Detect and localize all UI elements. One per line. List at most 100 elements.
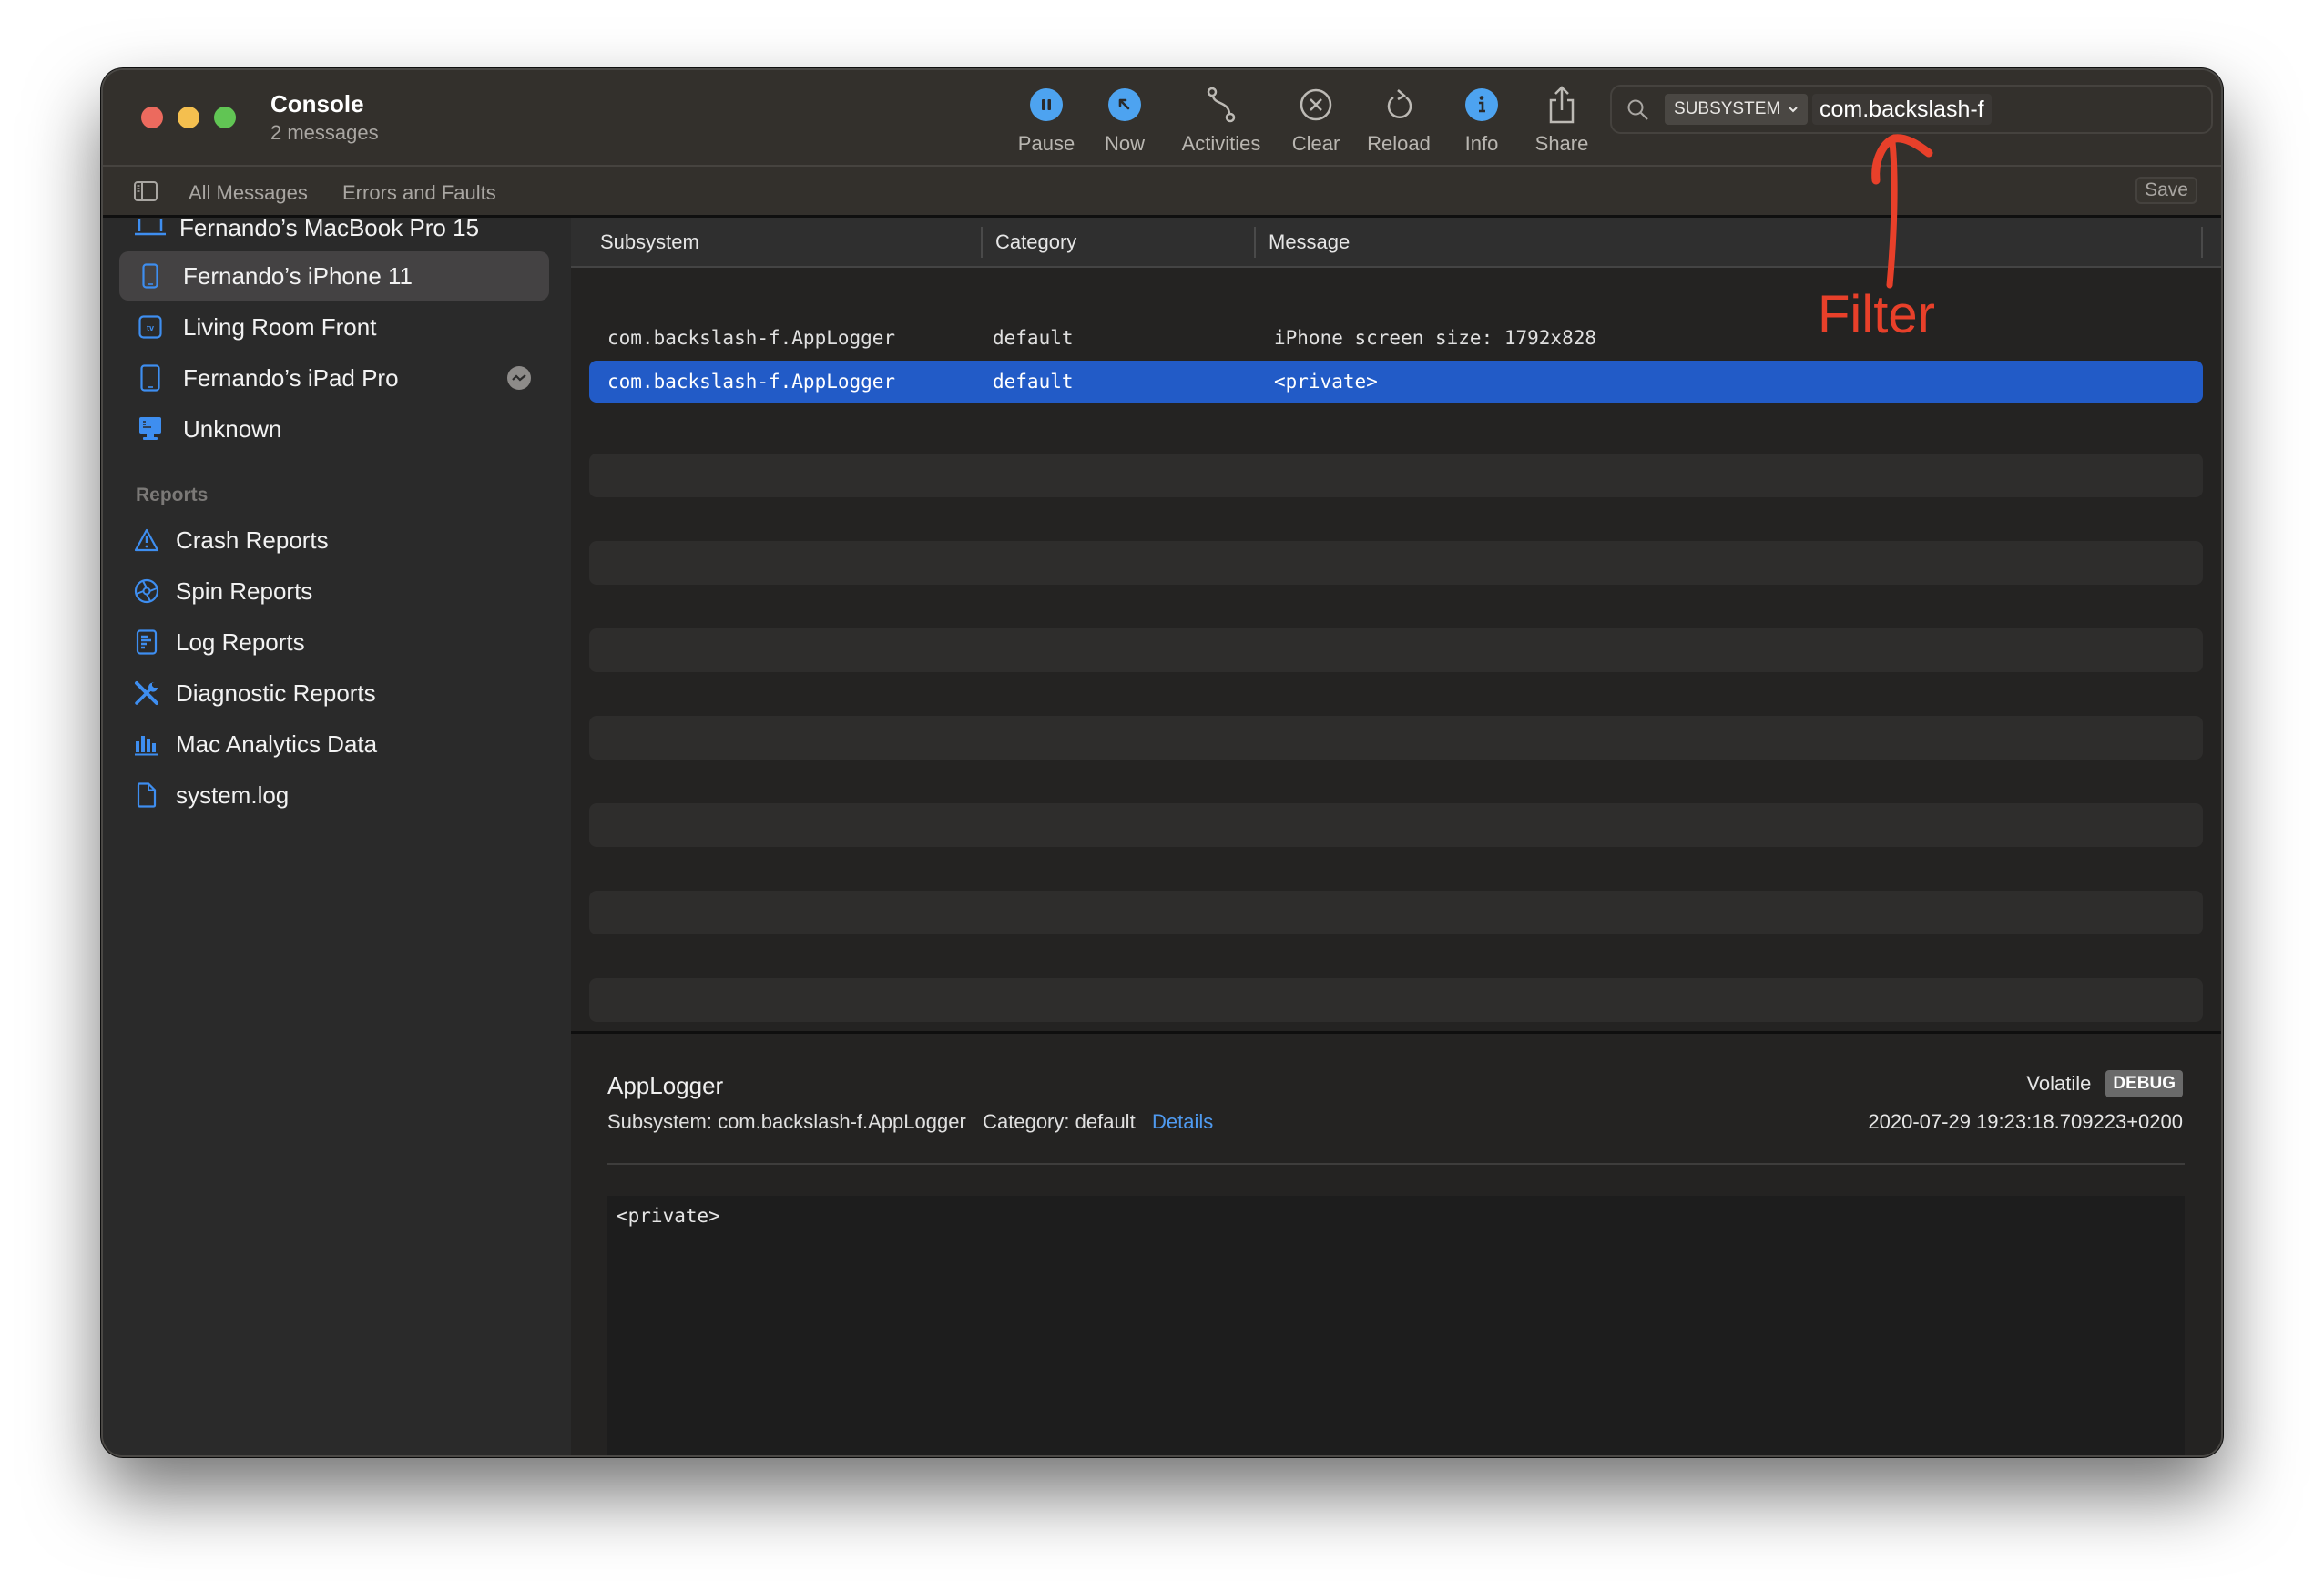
message-body-text: <private> xyxy=(617,1205,720,1227)
column-separator[interactable] xyxy=(2201,227,2203,258)
log-document-icon xyxy=(130,629,163,655)
empty-row xyxy=(589,541,2203,585)
search-token-label: SUBSYSTEM xyxy=(1674,99,1781,118)
sidebar-item-unknown[interactable]: Unknown xyxy=(119,404,549,454)
reload-icon xyxy=(1381,87,1417,123)
sidebar-item-label: system.log xyxy=(176,781,290,809)
sidebar-item-log-reports[interactable]: Log Reports xyxy=(130,619,305,665)
tab-errors-and-faults[interactable]: Errors and Faults xyxy=(342,181,496,205)
subsystem-label: Subsystem: xyxy=(607,1110,712,1133)
desktop-icon xyxy=(132,416,168,442)
cell-message: <private> xyxy=(1274,371,1378,393)
sidebar-item-label: Spin Reports xyxy=(176,577,313,605)
sidebar-toggle-icon[interactable] xyxy=(134,181,158,206)
empty-row xyxy=(589,454,2203,497)
column-separator[interactable] xyxy=(1254,227,1256,258)
table-header: Subsystem Category Message xyxy=(571,218,2221,268)
chevron-down-icon xyxy=(1788,99,1799,119)
column-header-subsystem[interactable]: Subsystem xyxy=(600,230,699,254)
sidebar-item-diagnostic-reports[interactable]: Diagnostic Reports xyxy=(130,670,376,716)
sidebar-item-apple-tv[interactable]: tv Living Room Front xyxy=(119,302,549,352)
clear-icon xyxy=(1298,87,1334,123)
sidebar-item-label: Unknown xyxy=(183,414,282,443)
sidebar-item-label: Log Reports xyxy=(176,628,305,656)
sidebar-item-label: Mac Analytics Data xyxy=(176,730,378,758)
clear-label: Clear xyxy=(1291,132,1340,155)
now-arrow-icon xyxy=(1108,88,1141,121)
ipad-icon xyxy=(132,364,168,392)
activities-button[interactable]: Activities xyxy=(1171,87,1271,156)
level-badge: DEBUG xyxy=(2105,1070,2183,1097)
zoom-window-button[interactable] xyxy=(214,107,236,128)
info-icon xyxy=(1465,88,1498,121)
sidebar-item-spin-reports[interactable]: Spin Reports xyxy=(130,568,312,614)
share-button[interactable]: Share xyxy=(1512,86,1612,156)
sidebar-item-crash-reports[interactable]: Crash Reports xyxy=(130,517,329,563)
minimize-window-button[interactable] xyxy=(178,107,199,128)
info-label: Info xyxy=(1464,132,1499,155)
reload-label: Reload xyxy=(1367,132,1431,155)
empty-row xyxy=(589,978,2203,1022)
save-button[interactable]: Save xyxy=(2135,177,2197,204)
close-window-button[interactable] xyxy=(141,107,163,128)
cell-subsystem: com.backslash-f.AppLogger xyxy=(607,371,896,393)
sidebar-item-label: Crash Reports xyxy=(176,526,329,554)
annotation-label: Filter xyxy=(1818,285,1935,344)
sidebar-item-macbook[interactable]: Fernando’s MacBook Pro 15 xyxy=(119,218,549,252)
category-value: default xyxy=(1075,1110,1136,1133)
detail-flags: Volatile DEBUG xyxy=(2026,1070,2183,1097)
pause-icon xyxy=(1030,88,1063,121)
annotation-arrow-icon xyxy=(1858,126,1940,294)
search-input[interactable]: com.backslash-f xyxy=(1812,94,1992,125)
file-icon xyxy=(130,782,163,808)
empty-row xyxy=(589,891,2203,934)
sidebar-item-mac-analytics[interactable]: Mac Analytics Data xyxy=(130,721,377,767)
now-label: Now xyxy=(1104,132,1145,155)
warning-triangle-icon xyxy=(130,528,163,552)
search-icon xyxy=(1626,98,1650,127)
tools-icon xyxy=(130,679,163,707)
share-icon xyxy=(1544,86,1580,124)
iphone-icon xyxy=(132,263,168,289)
activity-icon xyxy=(507,366,531,390)
message-body[interactable]: <private> xyxy=(607,1196,2185,1455)
cell-subsystem: com.backslash-f.AppLogger xyxy=(607,327,896,349)
subsystem-value: com.backslash-f.AppLogger xyxy=(718,1110,966,1133)
empty-row xyxy=(589,803,2203,847)
sidebar-item-label: Fernando’s iPad Pro xyxy=(183,363,399,392)
sidebar-item-label: Diagnostic Reports xyxy=(176,679,376,707)
pause-label: Pause xyxy=(1017,132,1075,155)
cell-category: default xyxy=(993,327,1074,349)
column-header-category[interactable]: Category xyxy=(995,230,1076,254)
tab-all-messages[interactable]: All Messages xyxy=(189,181,308,205)
sidebar-item-system-log[interactable]: system.log xyxy=(130,772,289,818)
bar-chart-icon xyxy=(130,732,163,756)
window-title: Console xyxy=(270,90,364,117)
activities-icon xyxy=(1203,87,1239,123)
log-list[interactable]: com.backslash-f.AppLogger default iPhone… xyxy=(571,270,2221,1033)
message-count: 2 messages xyxy=(270,121,379,144)
detail-pane: AppLogger Subsystem: com.backslash-f.App… xyxy=(571,1034,2221,1455)
sidebar-item-ipad[interactable]: Fernando’s iPad Pro xyxy=(119,353,549,403)
table-row[interactable]: com.backslash-f.AppLogger default <priva… xyxy=(589,361,2203,403)
search-token-subsystem[interactable]: SUBSYSTEM xyxy=(1665,94,1809,125)
details-link[interactable]: Details xyxy=(1152,1110,1213,1133)
detail-title: AppLogger xyxy=(607,1072,724,1099)
detail-timestamp: 2020-07-29 19:23:18.709223+0200 xyxy=(1868,1110,2183,1133)
laptop-icon xyxy=(132,219,168,237)
sidebar-item-iphone[interactable]: Fernando’s iPhone 11 xyxy=(119,251,549,301)
sidebar-item-label: Living Room Front xyxy=(183,312,377,341)
volatile-label: Volatile xyxy=(2026,1072,2092,1095)
spin-icon xyxy=(130,578,163,604)
column-separator[interactable] xyxy=(981,227,983,258)
empty-row xyxy=(589,628,2203,672)
column-header-message[interactable]: Message xyxy=(1269,230,1350,254)
activities-label: Activities xyxy=(1181,132,1261,155)
now-button[interactable]: Now xyxy=(1075,87,1175,156)
sidebar-item-label: Fernando’s iPhone 11 xyxy=(183,261,413,290)
sidebar-item-label: Fernando’s MacBook Pro 15 xyxy=(179,218,480,241)
detail-meta: Subsystem: com.backslash-f.AppLogger Cat… xyxy=(607,1110,1213,1134)
table-row[interactable]: com.backslash-f.AppLogger default iPhone… xyxy=(589,317,2203,359)
log-main-area: Subsystem Category Message com.backslash… xyxy=(571,218,2221,1455)
share-label: Share xyxy=(1534,132,1589,155)
